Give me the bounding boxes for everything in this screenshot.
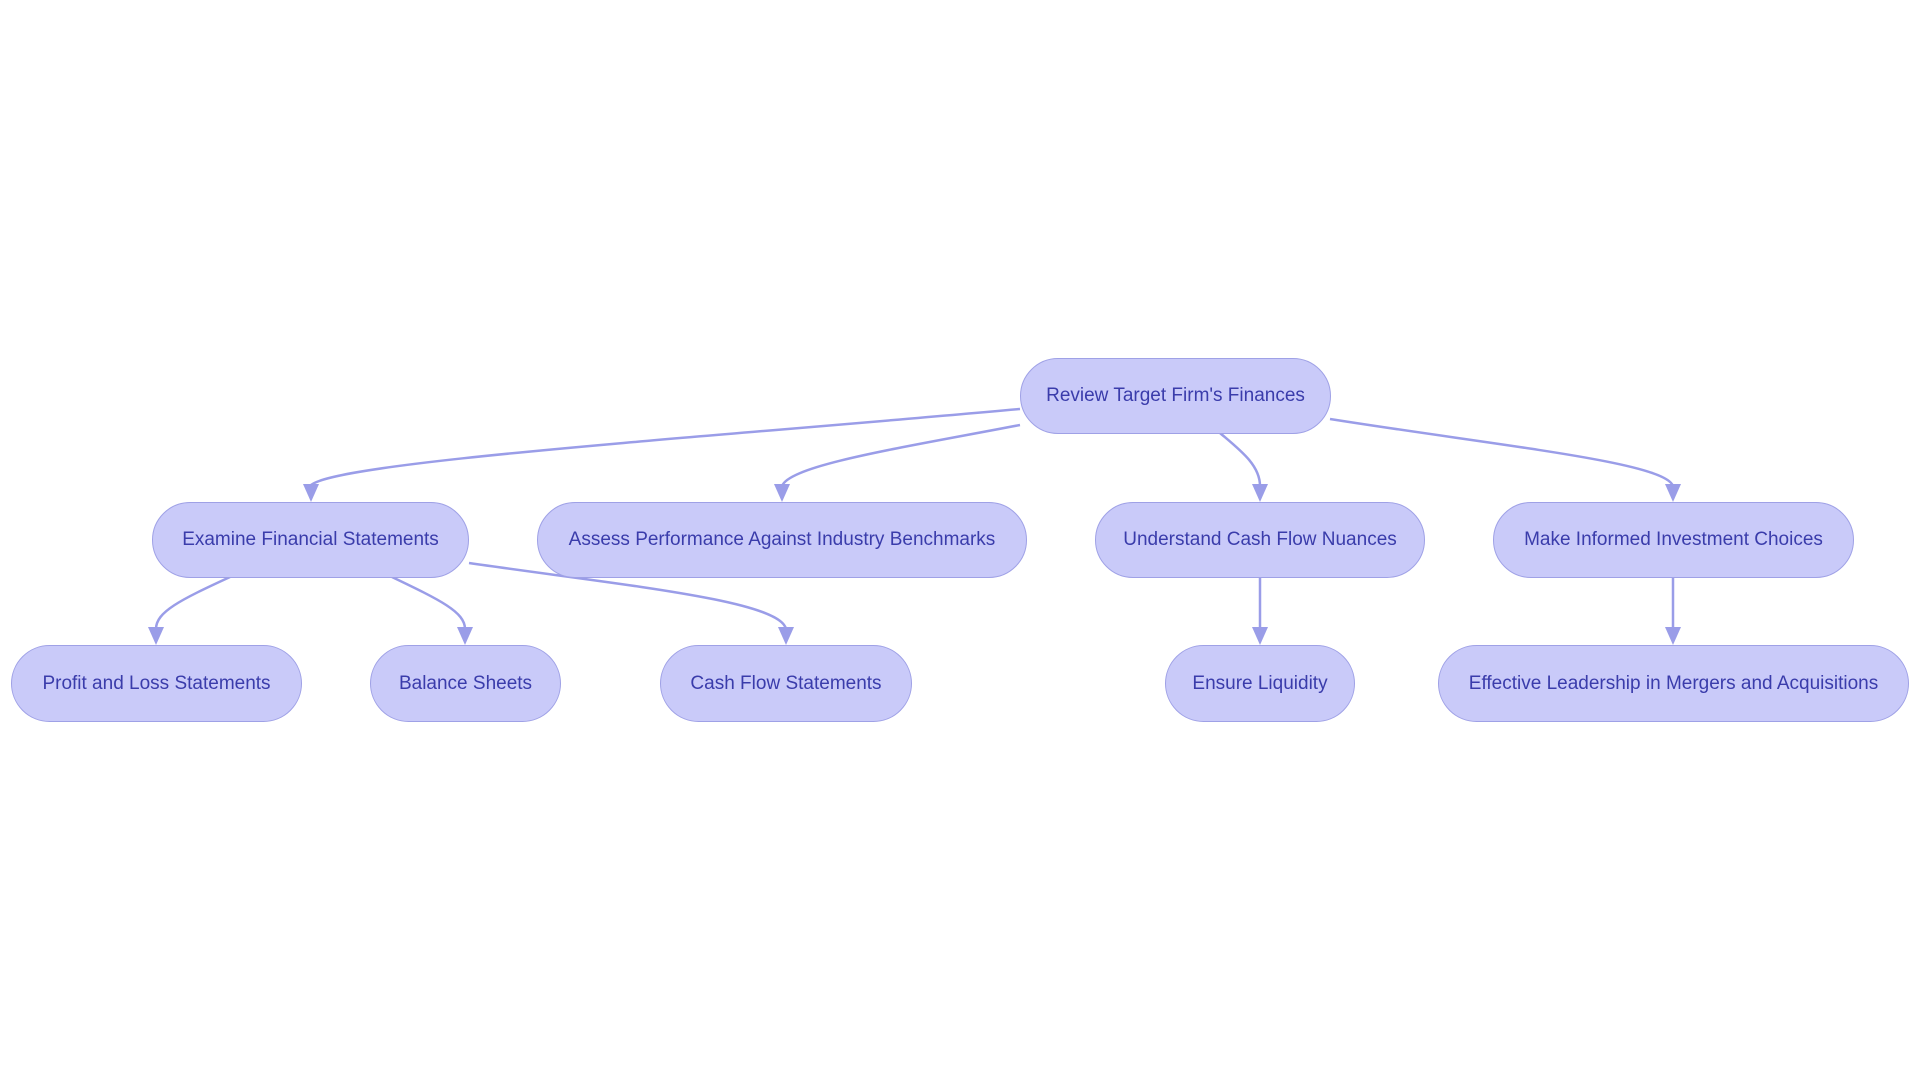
arrowhead bbox=[778, 627, 794, 645]
arrowhead bbox=[148, 627, 164, 645]
node-ensure-liquidity: Ensure Liquidity bbox=[1165, 645, 1355, 722]
edge-root-understand bbox=[1219, 432, 1262, 487]
edge-root-examine bbox=[309, 407, 1021, 487]
arrowhead bbox=[1252, 484, 1268, 502]
edge-examine-profit bbox=[154, 575, 231, 630]
arrowhead bbox=[1665, 484, 1681, 502]
arrowhead bbox=[1252, 627, 1268, 645]
node-review-target-firms-finances: Review Target Firm's Finances bbox=[1020, 358, 1331, 434]
node-balance-sheets: Balance Sheets bbox=[370, 645, 561, 722]
arrowhead bbox=[457, 627, 473, 645]
node-profit-and-loss: Profit and Loss Statements bbox=[11, 645, 302, 722]
arrowhead bbox=[303, 484, 319, 502]
arrowhead bbox=[1665, 627, 1681, 645]
edge-root-assess bbox=[780, 423, 1021, 487]
node-make-informed-investment: Make Informed Investment Choices bbox=[1493, 502, 1854, 578]
edge-root-make bbox=[1329, 417, 1675, 487]
edge-examine-balance bbox=[391, 575, 467, 630]
node-understand-cash-flow: Understand Cash Flow Nuances bbox=[1095, 502, 1425, 578]
node-assess-performance: Assess Performance Against Industry Benc… bbox=[537, 502, 1027, 578]
node-cash-flow-statements: Cash Flow Statements bbox=[660, 645, 912, 722]
arrowhead bbox=[774, 484, 790, 502]
node-effective-leadership: Effective Leadership in Mergers and Acqu… bbox=[1438, 645, 1909, 722]
node-examine-financial-statements: Examine Financial Statements bbox=[152, 502, 469, 578]
